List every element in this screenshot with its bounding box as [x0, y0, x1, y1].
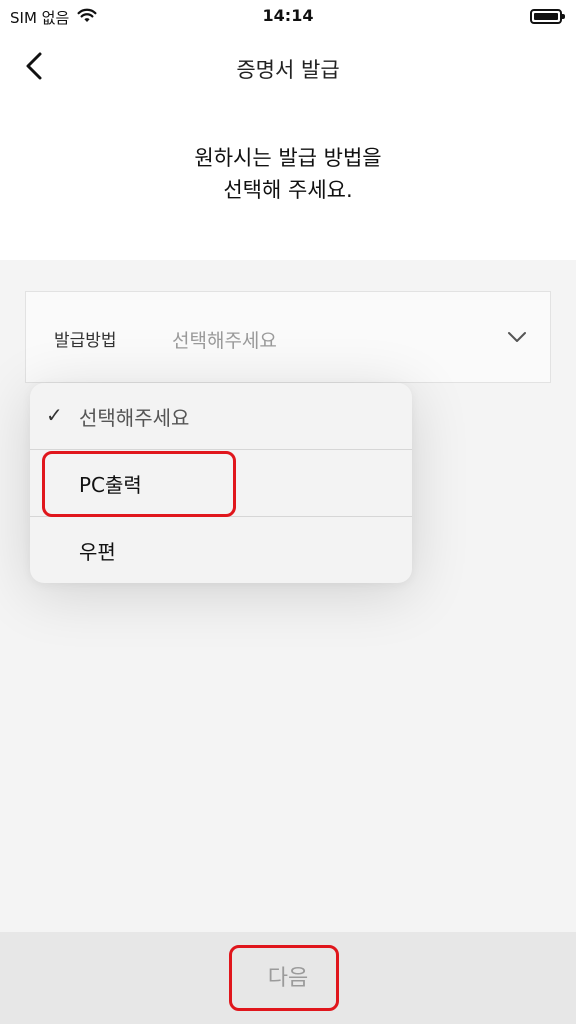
page-title: 증명서 발급: [236, 58, 340, 82]
screen: SIM 없음 14:14 증명서 발급 원하시는 발급 방법을 선택해 주세요.…: [0, 0, 576, 1024]
header: 증명서 발급: [0, 34, 576, 104]
option-label: PC출력: [79, 472, 142, 497]
battery-icon: [530, 9, 565, 24]
issue-method-dropdown: ✓ 선택해주세요 PC출력 우편: [30, 383, 412, 583]
issue-method-label: 발급방법: [54, 331, 117, 351]
next-button[interactable]: 다음: [0, 960, 576, 992]
status-time: 14:14: [262, 6, 314, 25]
bottom-bar: 다음: [0, 932, 576, 1024]
instruction-line-2: 선택해 주세요.: [223, 178, 353, 202]
instruction: 원하시는 발급 방법을 선택해 주세요.: [0, 104, 576, 260]
form-area: 발급방법 선택해주세요: [0, 260, 576, 932]
instruction-line-1: 원하시는 발급 방법을: [194, 146, 382, 170]
option-label: 우편: [79, 540, 116, 564]
option-label: 선택해주세요: [79, 405, 190, 430]
option-mail[interactable]: 우편: [30, 517, 412, 583]
option-pc-print[interactable]: PC출력: [30, 450, 412, 517]
checkmark-icon: ✓: [46, 403, 63, 427]
issue-method-select[interactable]: 발급방법 선택해주세요: [25, 291, 551, 383]
status-bar: SIM 없음 14:14: [0, 0, 576, 34]
issue-method-value: 선택해주세요: [172, 330, 277, 352]
option-select-prompt[interactable]: ✓ 선택해주세요: [30, 383, 412, 450]
chevron-down-icon: [508, 332, 526, 342]
